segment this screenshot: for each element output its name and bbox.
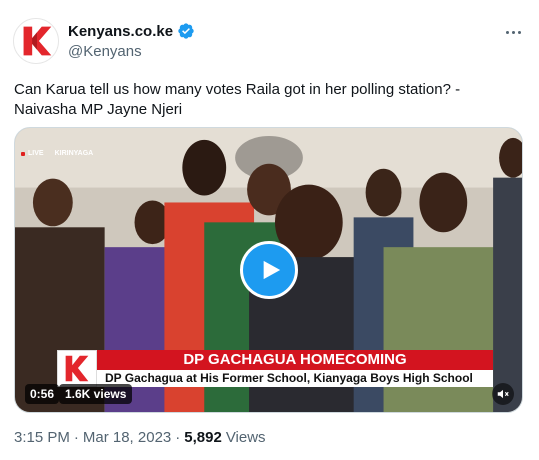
live-label: LIVE bbox=[28, 150, 44, 157]
live-dot-icon bbox=[21, 151, 25, 156]
video-views: 1.6K views bbox=[59, 384, 133, 404]
display-name[interactable]: Kenyans.co.ke bbox=[68, 23, 173, 40]
tweet-card: Kenyans.co.ke @Kenyans Can Karua tell us… bbox=[0, 0, 539, 460]
tweet-time[interactable]: 3:15 PM bbox=[14, 429, 70, 446]
news-lower-third: DP GACHAGUA HOMECOMING DP Gachagua at Hi… bbox=[57, 350, 493, 387]
video-subheadline: DP Gachagua at His Former School, Kianya… bbox=[97, 370, 493, 387]
tweet-date[interactable]: Mar 18, 2023 bbox=[83, 429, 171, 446]
tweet-meta: 3:15 PM · Mar 18, 2023 · 5,892 Views bbox=[14, 429, 266, 446]
kenyans-logo-icon bbox=[14, 19, 58, 63]
video-player[interactable]: LIVE KIRINYAGA DP GACHAGUA HOMECOMING DP… bbox=[14, 127, 523, 413]
views-label: Views bbox=[225, 429, 266, 446]
live-tag: LIVE KIRINYAGA bbox=[21, 150, 93, 157]
view-count: 5,892 bbox=[184, 429, 222, 446]
video-duration: 0:56 bbox=[25, 384, 60, 404]
tweet-text: Can Karua tell us how many votes Raila g… bbox=[14, 81, 461, 118]
video-headline: DP GACHAGUA HOMECOMING bbox=[97, 350, 493, 370]
kenyans-logo-icon bbox=[57, 350, 97, 387]
mute-button[interactable] bbox=[492, 383, 514, 405]
more-options-icon[interactable] bbox=[501, 22, 525, 42]
live-location: KIRINYAGA bbox=[54, 150, 94, 157]
play-icon bbox=[263, 260, 281, 280]
meta-separator: · bbox=[73, 429, 79, 446]
play-button[interactable] bbox=[240, 241, 298, 299]
mute-icon bbox=[497, 389, 509, 399]
meta-separator: · bbox=[175, 429, 181, 446]
avatar[interactable] bbox=[13, 18, 59, 64]
author-name-row: Kenyans.co.ke bbox=[68, 22, 195, 40]
verified-badge-icon bbox=[177, 22, 195, 40]
handle[interactable]: @Kenyans bbox=[68, 43, 142, 60]
